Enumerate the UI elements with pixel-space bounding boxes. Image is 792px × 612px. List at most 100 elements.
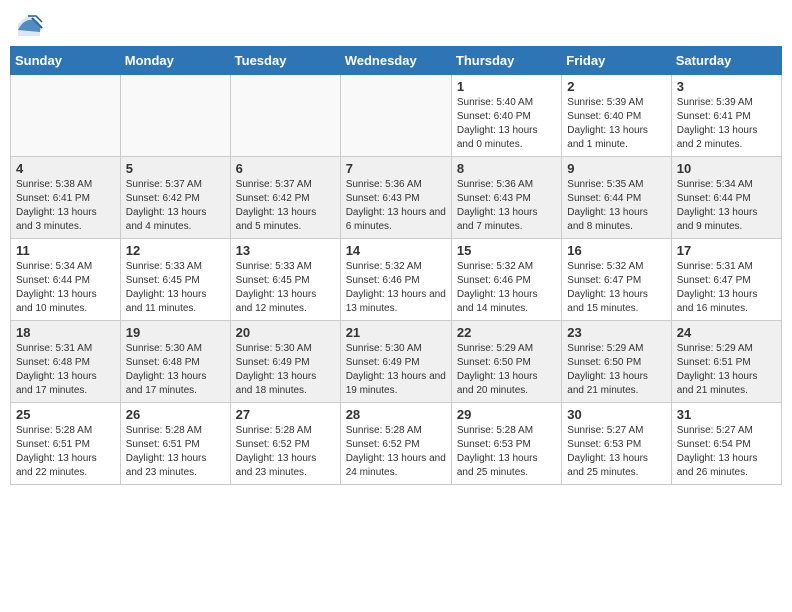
day-info: Sunrise: 5:31 AM Sunset: 6:48 PM Dayligh… — [16, 342, 115, 398]
day-number: 29 — [457, 407, 556, 422]
day-info: Sunrise: 5:28 AM Sunset: 6:51 PM Dayligh… — [126, 424, 225, 480]
calendar-day-cell: 2 Sunrise: 5:39 AM Sunset: 6:40 PM Daylig… — [562, 75, 671, 157]
day-number: 6 — [236, 161, 335, 176]
day-info: Sunrise: 5:32 AM Sunset: 6:46 PM Dayligh… — [346, 260, 446, 316]
day-number: 26 — [126, 407, 225, 422]
calendar-day-cell: 25 Sunrise: 5:28 AM Sunset: 6:51 PM Dayli… — [11, 403, 121, 485]
day-number: 9 — [567, 161, 665, 176]
day-number: 21 — [346, 325, 446, 340]
calendar-day-cell: 14Sunrise: 5:32 AM Sunset: 6:46 PM Dayli… — [340, 239, 451, 321]
day-number: 3 — [677, 79, 776, 94]
day-number: 20 — [236, 325, 335, 340]
calendar-day-cell: 6 Sunrise: 5:37 AM Sunset: 6:42 PM Daylig… — [230, 157, 340, 239]
calendar-day-cell — [120, 75, 230, 157]
day-info: Sunrise: 5:38 AM Sunset: 6:41 PM Dayligh… — [16, 178, 115, 234]
weekday-header-wednesday: Wednesday — [340, 47, 451, 75]
weekday-header-friday: Friday — [562, 47, 671, 75]
calendar-day-cell — [11, 75, 121, 157]
day-info: Sunrise: 5:32 AM Sunset: 6:46 PM Dayligh… — [457, 260, 556, 316]
day-number: 5 — [126, 161, 225, 176]
day-info: Sunrise: 5:28 AM Sunset: 6:52 PM Dayligh… — [346, 424, 446, 480]
day-number: 7 — [346, 161, 446, 176]
logo — [14, 10, 46, 40]
calendar-week-row: 25 Sunrise: 5:28 AM Sunset: 6:51 PM Dayli… — [11, 403, 782, 485]
calendar-day-cell: 3 Sunrise: 5:39 AM Sunset: 6:41 PM Daylig… — [671, 75, 781, 157]
calendar-day-cell: 13 Sunrise: 5:33 AM Sunset: 6:45 PM Dayli… — [230, 239, 340, 321]
calendar-day-cell: 1Sunrise: 5:40 AM Sunset: 6:40 PM Daylig… — [451, 75, 561, 157]
day-info: Sunrise: 5:37 AM Sunset: 6:42 PM Dayligh… — [236, 178, 335, 234]
calendar-day-cell: 10 Sunrise: 5:34 AM Sunset: 6:44 PM Dayli… — [671, 157, 781, 239]
day-info: Sunrise: 5:36 AM Sunset: 6:43 PM Dayligh… — [457, 178, 556, 234]
calendar-day-cell: 21 Sunrise: 5:30 AM Sunset: 6:49 PM Dayli… — [340, 321, 451, 403]
weekday-header-saturday: Saturday — [671, 47, 781, 75]
day-number: 31 — [677, 407, 776, 422]
weekday-header-sunday: Sunday — [11, 47, 121, 75]
calendar-day-cell — [230, 75, 340, 157]
day-info: Sunrise: 5:39 AM Sunset: 6:40 PM Dayligh… — [567, 96, 665, 152]
day-number: 24 — [677, 325, 776, 340]
day-number: 15 — [457, 243, 556, 258]
weekday-header-row: SundayMondayTuesdayWednesdayThursdayFrid… — [11, 47, 782, 75]
page-header — [10, 10, 782, 40]
day-number: 27 — [236, 407, 335, 422]
day-number: 2 — [567, 79, 665, 94]
calendar-day-cell: 4 Sunrise: 5:38 AM Sunset: 6:41 PM Daylig… — [11, 157, 121, 239]
day-info: Sunrise: 5:35 AM Sunset: 6:44 PM Dayligh… — [567, 178, 665, 234]
day-number: 4 — [16, 161, 115, 176]
calendar-week-row: 18 Sunrise: 5:31 AM Sunset: 6:48 PM Dayli… — [11, 321, 782, 403]
calendar-day-cell: 5 Sunrise: 5:37 AM Sunset: 6:42 PM Daylig… — [120, 157, 230, 239]
day-number: 10 — [677, 161, 776, 176]
weekday-header-tuesday: Tuesday — [230, 47, 340, 75]
calendar-day-cell: 12Sunrise: 5:33 AM Sunset: 6:45 PM Dayli… — [120, 239, 230, 321]
day-info: Sunrise: 5:30 AM Sunset: 6:48 PM Dayligh… — [126, 342, 225, 398]
day-number: 12 — [126, 243, 225, 258]
calendar-day-cell: 15 Sunrise: 5:32 AM Sunset: 6:46 PM Dayli… — [451, 239, 561, 321]
day-info: Sunrise: 5:28 AM Sunset: 6:51 PM Dayligh… — [16, 424, 115, 480]
day-number: 23 — [567, 325, 665, 340]
day-info: Sunrise: 5:34 AM Sunset: 6:44 PM Dayligh… — [677, 178, 776, 234]
day-info: Sunrise: 5:37 AM Sunset: 6:42 PM Dayligh… — [126, 178, 225, 234]
calendar-day-cell: 22Sunrise: 5:29 AM Sunset: 6:50 PM Dayli… — [451, 321, 561, 403]
day-info: Sunrise: 5:28 AM Sunset: 6:53 PM Dayligh… — [457, 424, 556, 480]
day-number: 28 — [346, 407, 446, 422]
day-number: 17 — [677, 243, 776, 258]
calendar-day-cell: 30 Sunrise: 5:27 AM Sunset: 6:53 PM Dayli… — [562, 403, 671, 485]
day-info: Sunrise: 5:31 AM Sunset: 6:47 PM Dayligh… — [677, 260, 776, 316]
day-info: Sunrise: 5:27 AM Sunset: 6:54 PM Dayligh… — [677, 424, 776, 480]
weekday-header-thursday: Thursday — [451, 47, 561, 75]
calendar-day-cell: 18 Sunrise: 5:31 AM Sunset: 6:48 PM Dayli… — [11, 321, 121, 403]
day-info: Sunrise: 5:36 AM Sunset: 6:43 PM Dayligh… — [346, 178, 446, 234]
calendar-day-cell: 26 Sunrise: 5:28 AM Sunset: 6:51 PM Dayli… — [120, 403, 230, 485]
calendar-day-cell: 8Sunrise: 5:36 AM Sunset: 6:43 PM Daylig… — [451, 157, 561, 239]
day-info: Sunrise: 5:29 AM Sunset: 6:50 PM Dayligh… — [567, 342, 665, 398]
day-number: 1 — [457, 79, 556, 94]
day-info: Sunrise: 5:39 AM Sunset: 6:41 PM Dayligh… — [677, 96, 776, 152]
day-info: Sunrise: 5:30 AM Sunset: 6:49 PM Dayligh… — [346, 342, 446, 398]
calendar-day-cell: 19Sunrise: 5:30 AM Sunset: 6:48 PM Dayli… — [120, 321, 230, 403]
calendar-table: SundayMondayTuesdayWednesdayThursdayFrid… — [10, 46, 782, 485]
calendar-week-row: 1Sunrise: 5:40 AM Sunset: 6:40 PM Daylig… — [11, 75, 782, 157]
calendar-day-cell: 9 Sunrise: 5:35 AM Sunset: 6:44 PM Daylig… — [562, 157, 671, 239]
calendar-day-cell: 17 Sunrise: 5:31 AM Sunset: 6:47 PM Dayli… — [671, 239, 781, 321]
calendar-day-cell: 31 Sunrise: 5:27 AM Sunset: 6:54 PM Dayli… — [671, 403, 781, 485]
weekday-header-monday: Monday — [120, 47, 230, 75]
calendar-day-cell: 24Sunrise: 5:29 AM Sunset: 6:51 PM Dayli… — [671, 321, 781, 403]
calendar-day-cell: 7 Sunrise: 5:36 AM Sunset: 6:43 PM Daylig… — [340, 157, 451, 239]
day-number: 25 — [16, 407, 115, 422]
calendar-day-cell — [340, 75, 451, 157]
day-number: 30 — [567, 407, 665, 422]
day-number: 16 — [567, 243, 665, 258]
calendar-day-cell: 23 Sunrise: 5:29 AM Sunset: 6:50 PM Dayli… — [562, 321, 671, 403]
day-info: Sunrise: 5:33 AM Sunset: 6:45 PM Dayligh… — [236, 260, 335, 316]
calendar-day-cell: 27Sunrise: 5:28 AM Sunset: 6:52 PM Dayli… — [230, 403, 340, 485]
day-info: Sunrise: 5:27 AM Sunset: 6:53 PM Dayligh… — [567, 424, 665, 480]
calendar-week-row: 11Sunrise: 5:34 AM Sunset: 6:44 PM Dayli… — [11, 239, 782, 321]
calendar-day-cell: 20 Sunrise: 5:30 AM Sunset: 6:49 PM Dayli… — [230, 321, 340, 403]
day-info: Sunrise: 5:29 AM Sunset: 6:50 PM Dayligh… — [457, 342, 556, 398]
day-info: Sunrise: 5:32 AM Sunset: 6:47 PM Dayligh… — [567, 260, 665, 316]
calendar-day-cell: 16 Sunrise: 5:32 AM Sunset: 6:47 PM Dayli… — [562, 239, 671, 321]
calendar-week-row: 4 Sunrise: 5:38 AM Sunset: 6:41 PM Daylig… — [11, 157, 782, 239]
day-number: 18 — [16, 325, 115, 340]
day-number: 13 — [236, 243, 335, 258]
day-info: Sunrise: 5:30 AM Sunset: 6:49 PM Dayligh… — [236, 342, 335, 398]
